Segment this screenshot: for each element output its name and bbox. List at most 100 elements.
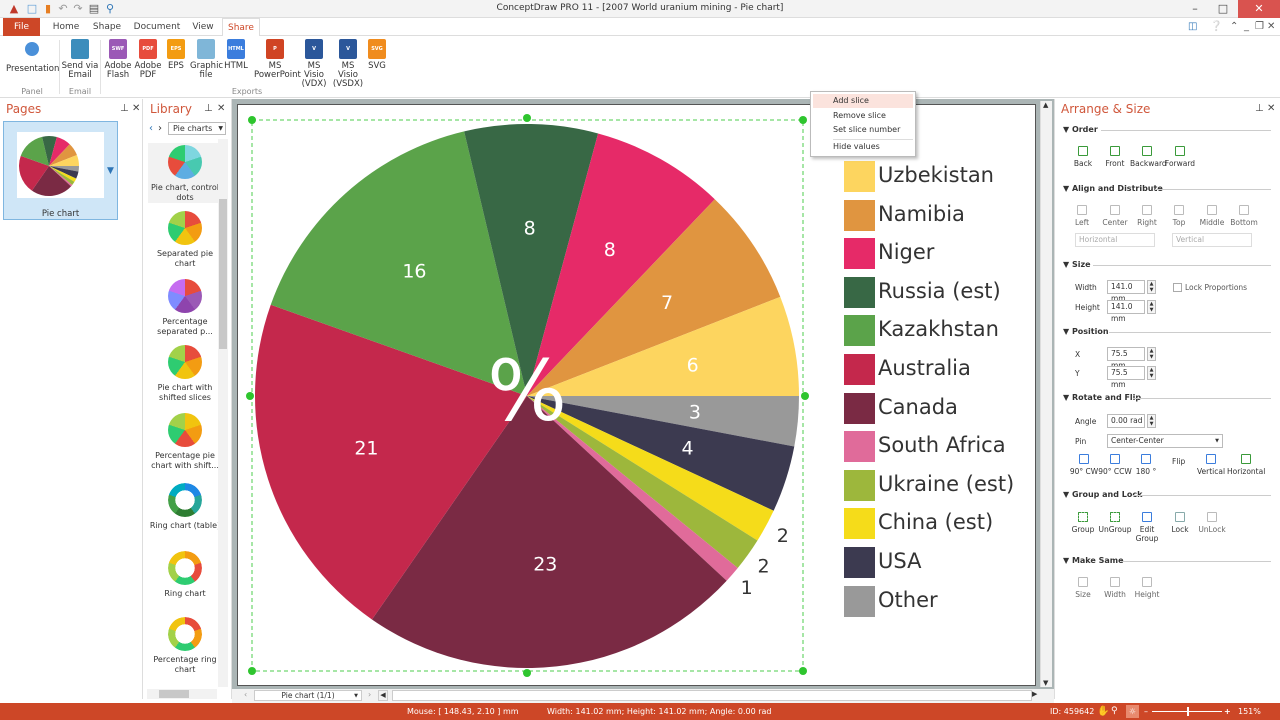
height-input[interactable]: 141.0 mm: [1107, 300, 1145, 323]
library-item[interactable]: Percentage separated p...: [148, 279, 222, 337]
align-middle-button[interactable]: Middle: [1195, 205, 1229, 227]
library-item[interactable]: Pie chart, control dots: [148, 143, 222, 203]
collapse-ribbon-icon[interactable]: ⌃: [1230, 21, 1238, 32]
export-swf-button[interactable]: SWF Adobe Flash: [103, 39, 133, 80]
horizontal-scrollbar[interactable]: [392, 690, 1032, 701]
y-spinner[interactable]: ▲ ▼: [1147, 366, 1156, 380]
section-position[interactable]: ▼ Position: [1063, 327, 1273, 336]
tab-document[interactable]: Document: [132, 18, 182, 36]
width-input[interactable]: 141.0 mm: [1107, 280, 1145, 303]
front-button[interactable]: Front: [1098, 146, 1132, 168]
zoom-area-icon[interactable]: ⚲: [1111, 703, 1118, 720]
selection-handle[interactable]: [799, 667, 807, 675]
minimize-button[interactable]: –: [1180, 0, 1210, 18]
prev-page-icon[interactable]: ‹: [244, 690, 247, 699]
pin-icon[interactable]: ⊥: [1255, 103, 1264, 114]
page-select[interactable]: Pie chart (1/1) ▼: [254, 690, 362, 701]
menu-item-set-slice-number[interactable]: Set slice number: [813, 123, 913, 137]
flip-vertical-button[interactable]: Vertical: [1194, 454, 1228, 476]
menu-item-hide-values[interactable]: Hide values: [813, 140, 913, 154]
zoom-slider-thumb[interactable]: [1187, 707, 1189, 716]
backward-button[interactable]: Backward: [1130, 146, 1167, 168]
export-powerpoint-button[interactable]: P MS PowerPoint: [254, 39, 301, 80]
selection-handle[interactable]: [801, 392, 809, 400]
section-rotate-flip[interactable]: ▼ Rotate and Flip: [1063, 393, 1273, 402]
lock-button[interactable]: Lock: [1163, 512, 1197, 534]
page-menu-arrow-icon[interactable]: ▼: [107, 166, 114, 176]
section-order[interactable]: ▼ Order: [1063, 125, 1273, 134]
forward-button[interactable]: Forward: [1163, 146, 1197, 168]
library-item[interactable]: Pie chart with shifted slices: [148, 345, 222, 403]
selection-handle[interactable]: [248, 116, 256, 124]
same-size-button[interactable]: Size: [1066, 577, 1100, 599]
section-make-same[interactable]: ▼ Make Same: [1063, 556, 1273, 565]
export-eps-button[interactable]: EPS EPS: [163, 39, 189, 71]
library-next-icon[interactable]: ›: [158, 123, 162, 134]
tab-home[interactable]: Home: [48, 18, 84, 36]
section-align[interactable]: ▼ Align and Distribute: [1063, 184, 1273, 193]
y-input[interactable]: 75.5 mm: [1107, 366, 1145, 389]
angle-spinner[interactable]: ▲ ▼: [1147, 414, 1156, 428]
close-button[interactable]: ✕: [1238, 0, 1280, 18]
align-bottom-button[interactable]: Bottom: [1227, 205, 1261, 227]
send-email-button[interactable]: Send via Email: [61, 39, 99, 80]
section-size[interactable]: ▼ Size: [1063, 260, 1273, 269]
close-pane-icon[interactable]: ✕: [132, 103, 140, 114]
same-width-button[interactable]: Width: [1098, 577, 1132, 599]
library-item[interactable]: Percentage ring chart: [148, 617, 222, 675]
fit-page-icon[interactable]: ☼: [1126, 705, 1139, 718]
align-center-button[interactable]: Center: [1098, 205, 1132, 227]
section-group-lock[interactable]: ▼ Group and Lock: [1063, 490, 1273, 499]
library-hscrollbar[interactable]: [147, 689, 217, 699]
maximize-button[interactable]: □: [1208, 0, 1238, 18]
tab-view[interactable]: View: [190, 18, 216, 36]
selection-handle[interactable]: [248, 667, 256, 675]
selection-handle[interactable]: [246, 392, 254, 400]
flip-horizontal-button[interactable]: Horizontal: [1227, 454, 1265, 476]
x-spinner[interactable]: ▲ ▼: [1147, 347, 1156, 361]
rotate-90cw-button[interactable]: 90° CW: [1067, 454, 1101, 476]
pin-select[interactable]: Center-Center ▼: [1107, 434, 1223, 448]
distribute-horizontal-select[interactable]: Horizontal: [1075, 233, 1155, 247]
align-left-button[interactable]: Left: [1065, 205, 1099, 227]
zoom-out-icon[interactable]: –: [1144, 703, 1148, 720]
height-spinner[interactable]: ▲ ▼: [1147, 300, 1156, 314]
export-visio-vdx-button[interactable]: V MS Visio (VDX): [297, 39, 331, 89]
align-top-button[interactable]: Top: [1162, 205, 1196, 227]
presentation-button[interactable]: Presentation: [6, 39, 59, 74]
menu-item-add-slice[interactable]: Add slice: [813, 94, 913, 108]
same-height-button[interactable]: Height: [1130, 577, 1164, 599]
ungroup-button[interactable]: UnGroup: [1098, 512, 1132, 534]
group-button[interactable]: Group: [1066, 512, 1100, 534]
scroll-right-icon[interactable]: ▶: [1032, 690, 1037, 698]
unlock-button[interactable]: UnLock: [1195, 512, 1229, 534]
close-pane-icon[interactable]: ✕: [217, 103, 225, 114]
zoom-slider[interactable]: [1152, 707, 1222, 716]
library-item[interactable]: Ring chart: [148, 551, 222, 599]
doc-restore-icon[interactable]: ❐: [1255, 21, 1264, 32]
selection-handle[interactable]: [523, 114, 531, 122]
back-button[interactable]: Back: [1066, 146, 1100, 168]
align-right-button[interactable]: Right: [1130, 205, 1164, 227]
selection-handle[interactable]: [523, 669, 531, 677]
vertical-scrollbar[interactable]: ▲ ▼: [1040, 101, 1052, 687]
x-input[interactable]: 75.5 mm: [1107, 347, 1145, 370]
export-visio-vsdx-button[interactable]: V MS Visio (VSDX): [331, 39, 365, 89]
export-pdf-button[interactable]: PDF Adobe PDF: [133, 39, 163, 80]
export-image-button[interactable]: Graphic file: [190, 39, 223, 80]
rotate-180-button[interactable]: 180 °: [1129, 454, 1163, 476]
scroll-up-icon[interactable]: ▲: [1043, 101, 1048, 109]
menu-item-remove-slice[interactable]: Remove slice: [813, 109, 913, 123]
help-icon[interactable]: ❔: [1210, 21, 1222, 32]
export-html-button[interactable]: HTML HTML: [222, 39, 250, 71]
width-spinner[interactable]: ▲ ▼: [1147, 280, 1156, 294]
pin-icon[interactable]: ⊥: [120, 103, 129, 114]
library-item[interactable]: Ring chart (table): [148, 483, 222, 531]
doc-minimize-icon[interactable]: _: [1244, 21, 1249, 32]
distribute-vertical-select[interactable]: Vertical: [1172, 233, 1252, 247]
tab-file[interactable]: File: [3, 18, 40, 36]
lock-proportions-checkbox[interactable]: [1173, 283, 1182, 292]
pin-icon[interactable]: ⊥: [204, 103, 213, 114]
doc-close-icon[interactable]: ✕: [1267, 21, 1275, 32]
export-svg-button[interactable]: SVG SVG: [366, 39, 388, 71]
